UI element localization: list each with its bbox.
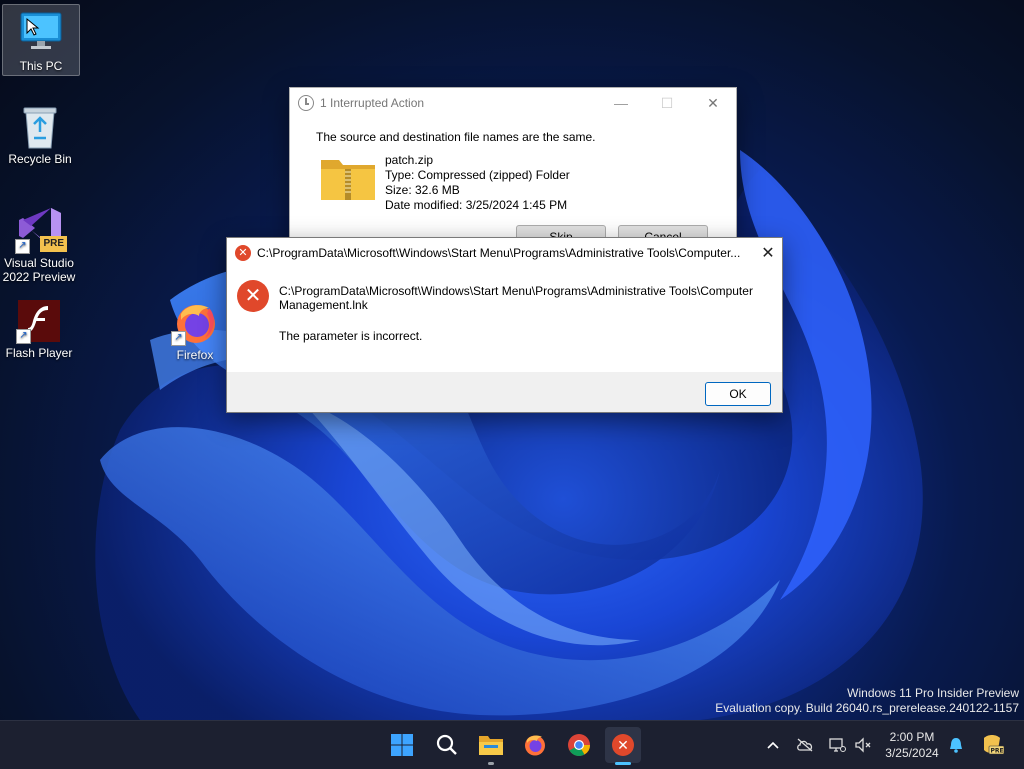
search-button[interactable]: [429, 727, 465, 763]
bell-icon: [950, 738, 962, 753]
chevron-up-icon: [767, 741, 779, 749]
file-explorer-button[interactable]: [473, 727, 509, 765]
chrome-icon: [568, 734, 590, 756]
clock-icon: [298, 95, 314, 111]
error-icon: ✕: [237, 280, 269, 312]
maximize-button[interactable]: ☐: [644, 88, 690, 118]
clock-date: 3/25/2024: [885, 746, 939, 760]
firefox-icon: [525, 735, 545, 756]
show-hidden-icons-button[interactable]: [762, 721, 784, 769]
desktop-icon-label: Flash Player: [5, 346, 73, 360]
watermark-line2: Evaluation copy. Build 26040.rs_prerelea…: [715, 701, 1019, 715]
file-size: Size: 32.6 MB: [385, 183, 460, 197]
desktop-icon-this-pc[interactable]: This PC: [2, 4, 80, 76]
firefox-taskbar-button[interactable]: [517, 727, 553, 763]
preview-badge: PRE: [40, 236, 67, 252]
chrome-taskbar-button[interactable]: [561, 727, 597, 763]
cloud-offline-icon: [797, 738, 813, 752]
volume-status[interactable]: [852, 721, 874, 769]
error-dialog-titlebar[interactable]: ✕ C:\ProgramData\Microsoft\Windows\Start…: [227, 238, 782, 268]
clock[interactable]: 2:00 PM 3/25/2024: [880, 721, 944, 769]
desktop-icon-label: This PC: [19, 59, 63, 73]
file-name: patch.zip: [385, 153, 434, 167]
speaker-muted-icon: [855, 737, 871, 753]
windows-logo-icon: [391, 734, 413, 756]
interrupted-action-dialog[interactable]: 1 Interrupted Action — ☐ ✕ The source an…: [289, 87, 737, 249]
search-icon: [436, 734, 457, 755]
running-indicator: [488, 762, 494, 765]
network-status[interactable]: [826, 721, 848, 769]
error-dialog[interactable]: ✕ C:\ProgramData\Microsoft\Windows\Start…: [226, 237, 783, 413]
window-title: 1 Interrupted Action: [320, 96, 425, 110]
desktop-icon-recycle-bin[interactable]: Recycle Bin: [2, 104, 78, 166]
desktop-icon-flash-player[interactable]: ↗ Flash Player: [1, 300, 77, 360]
desktop-icon-visual-studio-2022-preview[interactable]: PRE ↗ Visual Studio 2022 Preview: [0, 202, 78, 284]
taskbar: ✕ 2:00 PM 3/25/2024 PRE: [0, 720, 1024, 769]
shortcut-arrow-icon: ↗: [15, 239, 30, 254]
clock-time: 2:00 PM: [889, 730, 935, 744]
error-path-line1: C:\ProgramData\Microsoft\Windows\Start M…: [279, 284, 753, 298]
error-message: The parameter is incorrect.: [279, 329, 423, 343]
desktop-icon-label: Firefox: [176, 348, 214, 362]
file-explorer-icon: [479, 736, 503, 755]
svg-text:PRE: PRE: [991, 748, 1004, 755]
desktop-icon-label: Recycle Bin: [8, 152, 72, 166]
shortcut-arrow-icon: ↗: [171, 331, 186, 346]
notifications-button[interactable]: [946, 721, 966, 769]
close-button[interactable]: ✕: [754, 238, 782, 268]
copilot-pre-icon: PRE: [984, 735, 1004, 755]
file-details[interactable]: patch.zip Type: Compressed (zipped) Fold…: [385, 153, 570, 213]
error-app-icon: ✕: [612, 734, 634, 756]
minimize-button[interactable]: —: [598, 88, 644, 118]
conflict-message: The source and destination file names ar…: [316, 130, 596, 144]
ok-button[interactable]: OK: [705, 382, 771, 406]
onedrive-status[interactable]: [794, 721, 816, 769]
desktop-icon-firefox[interactable]: ↗ Firefox: [157, 300, 233, 362]
error-path-line2: Management.lnk: [279, 298, 368, 312]
error-title-icon: ✕: [235, 245, 251, 261]
desktop-icon-label: Visual Studio 2022 Preview: [2, 256, 76, 284]
error-path: C:\ProgramData\Microsoft\Windows\Start M…: [279, 284, 753, 312]
zip-folder-icon: [319, 156, 377, 202]
monitor-icon: [19, 11, 63, 55]
evaluation-watermark: Windows 11 Pro Insider Preview Evaluatio…: [715, 686, 1019, 716]
error-body: ✕ C:\ProgramData\Microsoft\Windows\Start…: [227, 268, 782, 372]
interrupted-action-titlebar[interactable]: 1 Interrupted Action — ☐ ✕: [290, 88, 736, 118]
window-title: C:\ProgramData\Microsoft\Windows\Start M…: [257, 246, 741, 260]
start-button[interactable]: [384, 727, 420, 763]
recycle-bin-icon: [18, 104, 62, 149]
copilot-preview-button[interactable]: PRE: [978, 721, 1006, 769]
watermark-line1: Windows 11 Pro Insider Preview: [847, 686, 1019, 700]
network-icon: [829, 738, 846, 752]
visual-studio-icon: PRE ↗: [15, 204, 67, 254]
close-button[interactable]: ✕: [690, 88, 736, 118]
shortcut-arrow-icon: ↗: [16, 329, 31, 344]
firefox-icon: ↗: [171, 300, 217, 346]
error-dialog-taskbar-button[interactable]: ✕: [605, 727, 641, 765]
file-type: Type: Compressed (zipped) Folder: [385, 168, 570, 182]
flash-player-icon: ↗: [16, 300, 60, 344]
active-indicator: [615, 762, 631, 765]
file-date-modified: Date modified: 3/25/2024 1:45 PM: [385, 198, 568, 212]
